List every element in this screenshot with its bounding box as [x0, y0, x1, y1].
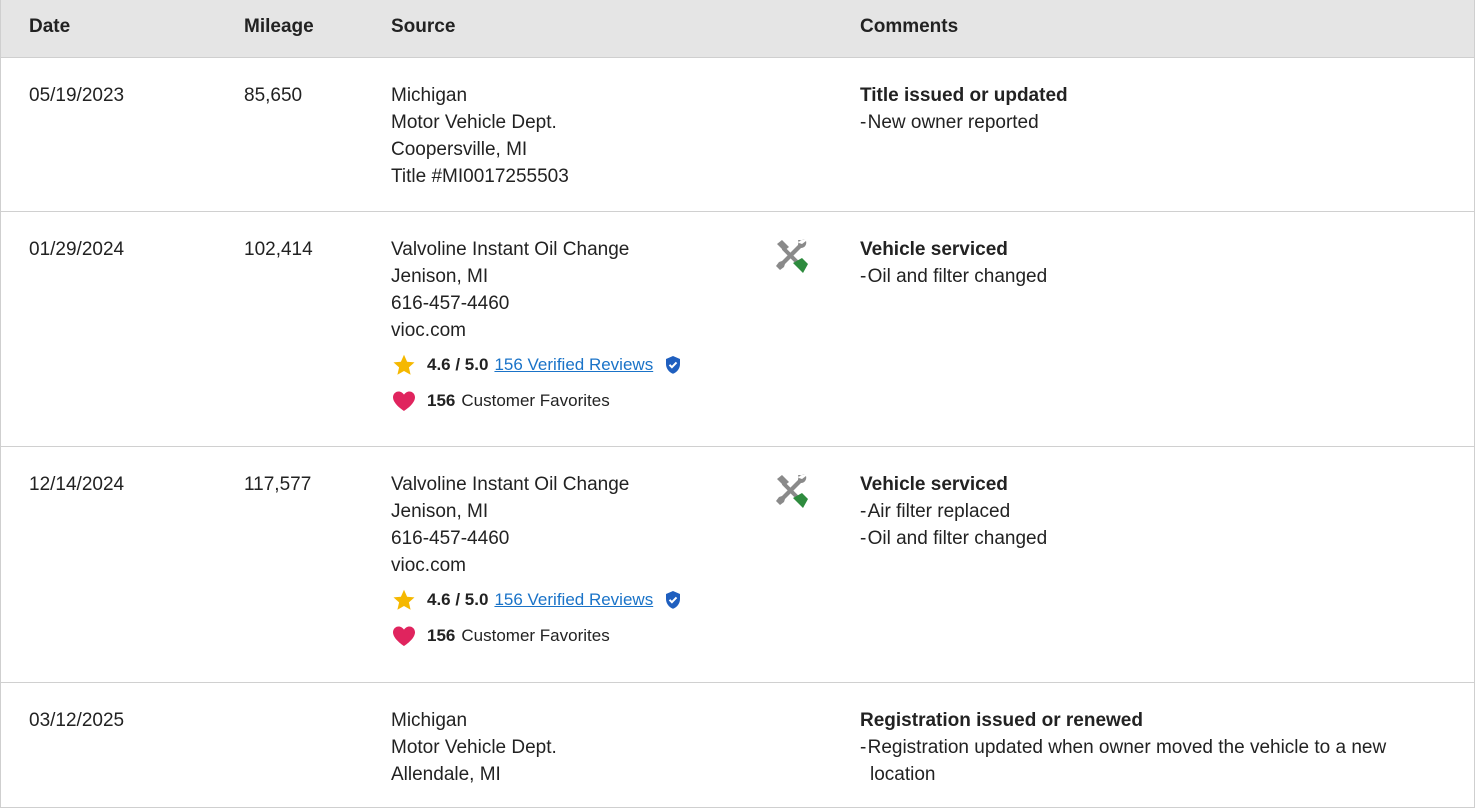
row-date: 01/29/2024	[29, 239, 125, 260]
row-source: Michigan Motor Vehicle Dept. Coopersvill…	[391, 82, 569, 190]
source-line: Michigan	[391, 710, 468, 731]
row-comments: Vehicle serviced Oil and filter changed	[860, 236, 1450, 290]
verified-reviews-link[interactable]: 156 Verified Reviews	[494, 589, 653, 611]
comment-title: Vehicle serviced	[860, 474, 1008, 495]
source-line: Title #MI0017255503	[391, 166, 569, 187]
favorites-count: 156	[427, 626, 456, 645]
row-date: 12/14/2024	[29, 474, 125, 495]
rating-row: 4.6 / 5.0 156 Verified Reviews	[391, 353, 683, 377]
source-line: Motor Vehicle Dept.	[391, 112, 557, 133]
star-icon	[393, 354, 415, 375]
table-header: Date Mileage Source Comments	[1, 0, 1474, 58]
row-source: Michigan Motor Vehicle Dept. Allendale, …	[391, 707, 557, 788]
service-tools-icon	[771, 236, 811, 284]
header-mileage: Mileage	[244, 16, 314, 37]
row-date: 05/19/2023	[29, 85, 125, 106]
source-line: Jenison, MI	[391, 501, 489, 522]
favorites-label: Customer Favorites	[461, 626, 610, 645]
verified-shield-icon	[666, 356, 681, 374]
source-line: Michigan	[391, 85, 468, 106]
row-comments: Vehicle serviced Air filter replaced Oil…	[860, 471, 1450, 552]
favorites-row: 156 Customer Favorites	[391, 389, 683, 413]
comment-detail: Registration updated when owner moved th…	[860, 734, 1450, 788]
comment-detail: Oil and filter changed	[860, 525, 1450, 552]
row-mileage: 85,650	[244, 85, 303, 106]
rating-value: 4.6 / 5.0	[427, 590, 489, 609]
comment-detail: Oil and filter changed	[860, 263, 1450, 290]
rating-row: 4.6 / 5.0 156 Verified Reviews	[391, 588, 683, 612]
source-line: Jenison, MI	[391, 266, 489, 287]
favorites-label: Customer Favorites	[461, 391, 610, 410]
source-line: Valvoline Instant Oil Change	[391, 474, 630, 495]
row-mileage: 102,414	[244, 239, 313, 260]
table-row: 01/29/2024 102,414 Valvoline Instant Oil…	[1, 212, 1474, 447]
rating-value: 4.6 / 5.0	[427, 355, 489, 374]
source-line: vioc.com	[391, 555, 466, 576]
row-source: Valvoline Instant Oil Change Jenison, MI…	[391, 471, 683, 648]
comment-title: Vehicle serviced	[860, 239, 1008, 260]
heart-icon	[393, 626, 415, 646]
table-row: 05/19/2023 85,650 Michigan Motor Vehicle…	[1, 58, 1474, 212]
favorites-row: 156 Customer Favorites	[391, 624, 683, 648]
source-line: vioc.com	[391, 320, 466, 341]
source-line: Allendale, MI	[391, 764, 501, 785]
vehicle-history-table: Date Mileage Source Comments 05/19/2023 …	[0, 0, 1475, 808]
table-row: 03/12/2025 Michigan Motor Vehicle Dept. …	[1, 683, 1474, 808]
verified-reviews-link[interactable]: 156 Verified Reviews	[494, 354, 653, 376]
source-line: Coopersville, MI	[391, 139, 528, 160]
table-row: 12/14/2024 117,577 Valvoline Instant Oil…	[1, 447, 1474, 683]
favorites-count: 156	[427, 391, 456, 410]
comment-detail: Air filter replaced	[860, 498, 1450, 525]
source-line: 616-457-4460	[391, 528, 510, 549]
row-comments: Registration issued or renewed Registrat…	[860, 707, 1450, 788]
star-icon	[393, 589, 415, 610]
comment-title: Registration issued or renewed	[860, 710, 1143, 731]
header-date: Date	[29, 16, 71, 37]
source-line: Valvoline Instant Oil Change	[391, 239, 630, 260]
row-source: Valvoline Instant Oil Change Jenison, MI…	[391, 236, 683, 413]
heart-icon	[393, 391, 415, 411]
source-line: Motor Vehicle Dept.	[391, 737, 557, 758]
source-line: 616-457-4460	[391, 293, 510, 314]
header-source: Source	[391, 16, 456, 37]
comment-detail: New owner reported	[860, 109, 1450, 136]
row-mileage: 117,577	[244, 474, 312, 495]
header-comments: Comments	[860, 16, 959, 37]
row-comments: Title issued or updated New owner report…	[860, 82, 1450, 136]
service-tools-icon	[771, 471, 811, 519]
verified-shield-icon	[666, 591, 681, 609]
comment-title: Title issued or updated	[860, 85, 1068, 106]
row-date: 03/12/2025	[29, 710, 125, 731]
